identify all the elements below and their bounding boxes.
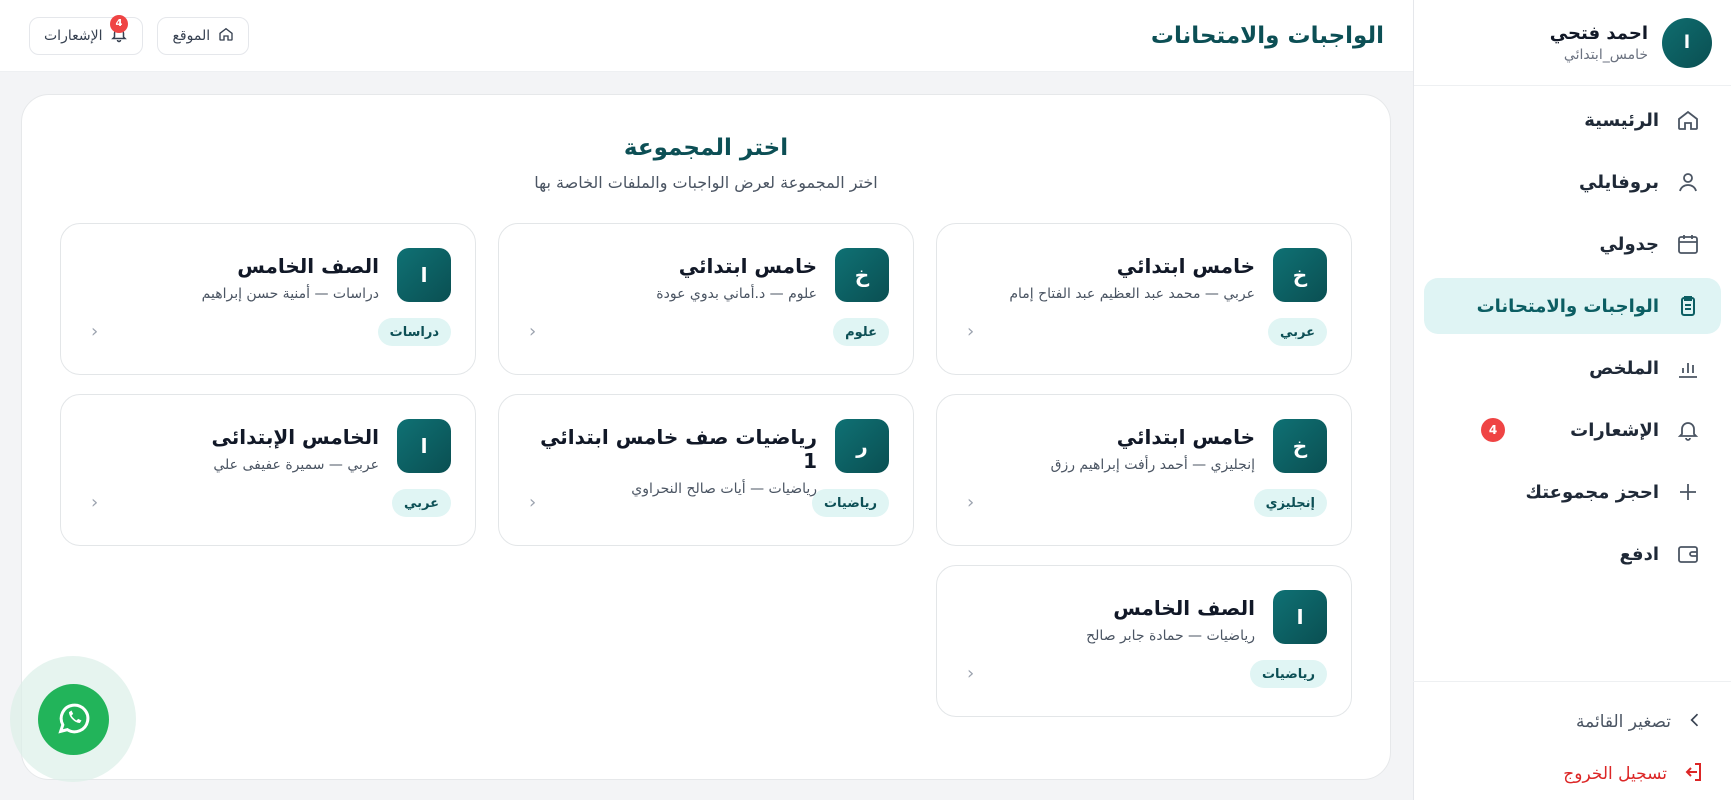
group-card[interactable]: خ خامس ابتدائي عربي — محمد عبد العظيم عب… bbox=[936, 223, 1352, 375]
group-card[interactable]: ا الصف الخامس دراسات — أمنية حسن إبراهيم… bbox=[60, 223, 476, 375]
user-profile[interactable]: ا احمد فتحي خامس_ابتدائي bbox=[1414, 0, 1731, 86]
user-icon bbox=[1675, 169, 1701, 195]
groups-grid: خ خامس ابتدائي عربي — محمد عبد العظيم عب… bbox=[60, 223, 1352, 717]
group-subtitle: رياضيات — أيات صالح النحراوي bbox=[631, 481, 817, 497]
group-subtitle: عربي — محمد عبد العظيم عبد الفتاح إمام bbox=[1009, 286, 1255, 302]
sidebar-item-summary[interactable]: الملخص bbox=[1424, 340, 1721, 396]
group-title: خامس ابتدائي bbox=[1116, 254, 1255, 278]
home-icon bbox=[1675, 107, 1701, 133]
group-title: رياضيات صف خامس ابتدائي 1 bbox=[540, 425, 817, 473]
sidebar-item-label: جدولي bbox=[1599, 233, 1659, 255]
subject-tag: رياضيات bbox=[811, 489, 889, 517]
sidebar-item-profile[interactable]: بروفايلي bbox=[1424, 154, 1721, 210]
group-title: الخامس الإبتدائى bbox=[211, 425, 379, 449]
sidebar-item-assignments[interactable]: الواجبات والامتحانات bbox=[1424, 278, 1721, 334]
user-grade: خامس_ابتدائي bbox=[1563, 46, 1648, 63]
group-card[interactable]: ا الخامس الإبتدائى عربي — سميرة عفيفى عل… bbox=[60, 394, 476, 546]
group-card[interactable]: ا الصف الخامس رياضيات — حمادة جابر صالح … bbox=[936, 565, 1352, 717]
plus-icon bbox=[1675, 479, 1701, 505]
home-icon bbox=[218, 26, 234, 46]
sidebar-nav: الرئيسية بروفايلي جدولي الواجبات والامتح… bbox=[1414, 86, 1731, 582]
topbar-actions: الإشعارات 4 الموقع bbox=[29, 14, 250, 55]
group-subtitle: عربي — سميرة عفيفى علي bbox=[213, 457, 379, 473]
chevron-left-icon: ‹ bbox=[529, 321, 537, 342]
group-subtitle: علوم — د.أماني بدوي عودة bbox=[656, 286, 817, 302]
notification-count-badge: 4 bbox=[1481, 418, 1505, 442]
topbar: الواجبات والامتحانات الإشعارات 4 الموقع bbox=[0, 0, 1413, 72]
collapse-menu-button[interactable]: تصغير القائمة bbox=[1413, 696, 1731, 748]
clipboard-icon bbox=[1675, 293, 1701, 319]
chevron-left-icon: ‹ bbox=[967, 663, 975, 684]
group-card[interactable]: خ خامس ابتدائي علوم — د.أماني بدوي عودة … bbox=[498, 223, 914, 375]
group-initial-icon: ا bbox=[397, 419, 451, 473]
group-selection-panel: اختر المجموعة اختر المجموعة لعرض الواجبا… bbox=[21, 94, 1391, 780]
sidebar-item-label: احجز مجموعتك bbox=[1525, 481, 1659, 503]
collapse-menu-label: تصغير القائمة bbox=[1576, 712, 1671, 732]
group-initial-icon: خ bbox=[1273, 248, 1327, 302]
user-name: احمد فتحي bbox=[1549, 22, 1648, 44]
group-title: خامس ابتدائي bbox=[678, 254, 817, 278]
sidebar-item-label: بروفايلي bbox=[1578, 171, 1659, 193]
sidebar: ا احمد فتحي خامس_ابتدائي الرئيسية بروفاي… bbox=[1413, 0, 1731, 800]
wallet-icon bbox=[1675, 541, 1701, 567]
group-subtitle: إنجليزي — أحمد رأفت إبراهيم رزق bbox=[1050, 457, 1255, 473]
sidebar-item-label: ادفع bbox=[1619, 543, 1660, 565]
group-card[interactable]: ر رياضيات صف خامس ابتدائي 1 رياضيات — أي… bbox=[498, 394, 914, 546]
subject-tag: دراسات bbox=[377, 318, 451, 346]
notifications-label: الإشعارات bbox=[44, 27, 103, 44]
sidebar-item-pay[interactable]: ادفع bbox=[1424, 526, 1721, 582]
sidebar-item-label: الملخص bbox=[1589, 357, 1659, 379]
group-initial-icon: خ bbox=[1273, 419, 1327, 473]
chevron-left-icon: ‹ bbox=[967, 492, 975, 513]
subject-tag: إنجليزي bbox=[1253, 489, 1327, 517]
chevron-left-icon: ‹ bbox=[91, 492, 99, 513]
sidebar-item-label: الإشعارات bbox=[1570, 419, 1659, 441]
chevron-left-icon: ‹ bbox=[91, 321, 99, 342]
calendar-icon bbox=[1675, 231, 1701, 257]
group-initial-icon: ا bbox=[1273, 590, 1327, 644]
logout-button[interactable]: تسجيل الخروج bbox=[1413, 748, 1731, 800]
site-label: الموقع bbox=[172, 27, 211, 44]
panel-heading: اختر المجموعة اختر المجموعة لعرض الواجبا… bbox=[22, 135, 1390, 192]
subject-tag: علوم bbox=[833, 318, 889, 346]
logout-icon bbox=[1681, 760, 1705, 789]
sidebar-item-home[interactable]: الرئيسية bbox=[1424, 92, 1721, 148]
subject-tag: عربي bbox=[391, 489, 451, 517]
subject-tag: رياضيات bbox=[1249, 660, 1327, 688]
panel-subtitle: اختر المجموعة لعرض الواجبات والملفات الخ… bbox=[534, 173, 878, 192]
chevron-left-icon: ‹ bbox=[529, 492, 537, 513]
chevron-left-icon: ‹ bbox=[967, 321, 975, 342]
subject-tag: عربي bbox=[1267, 318, 1327, 346]
group-initial-icon: خ bbox=[835, 248, 889, 302]
whatsapp-icon bbox=[54, 698, 94, 742]
notifications-badge: 4 bbox=[110, 14, 128, 33]
sidebar-item-schedule[interactable]: جدولي bbox=[1424, 216, 1721, 272]
site-button[interactable]: الموقع bbox=[157, 16, 250, 55]
sidebar-item-book-group[interactable]: احجز مجموعتك bbox=[1424, 464, 1721, 520]
chevron-left-icon bbox=[1685, 710, 1705, 735]
notifications-button[interactable]: الإشعارات 4 bbox=[29, 14, 144, 55]
group-card[interactable]: خ خامس ابتدائي إنجليزي — أحمد رأفت إبراه… bbox=[936, 394, 1352, 546]
whatsapp-button[interactable] bbox=[38, 684, 109, 755]
group-title: خامس ابتدائي bbox=[1116, 425, 1255, 449]
page-title: الواجبات والامتحانات bbox=[1150, 22, 1384, 49]
group-subtitle: رياضيات — حمادة جابر صالح bbox=[1086, 628, 1255, 644]
sidebar-item-label: الواجبات والامتحانات bbox=[1476, 295, 1659, 317]
bell-icon bbox=[1675, 417, 1701, 443]
bar-chart-icon bbox=[1675, 355, 1701, 381]
sidebar-footer: تصغير القائمة تسجيل الخروج bbox=[1413, 681, 1731, 800]
group-title: الصف الخامس bbox=[237, 254, 379, 278]
group-subtitle: دراسات — أمنية حسن إبراهيم bbox=[201, 286, 379, 302]
sidebar-item-notifications[interactable]: الإشعارات 4 bbox=[1424, 402, 1721, 458]
panel-title: اختر المجموعة bbox=[623, 135, 789, 161]
group-title: الصف الخامس bbox=[1113, 596, 1255, 620]
sidebar-item-label: الرئيسية bbox=[1584, 109, 1659, 131]
logout-label: تسجيل الخروج bbox=[1563, 764, 1667, 784]
avatar[interactable]: ا bbox=[1662, 17, 1712, 68]
group-initial-icon: ر bbox=[835, 419, 889, 473]
group-initial-icon: ا bbox=[397, 248, 451, 302]
